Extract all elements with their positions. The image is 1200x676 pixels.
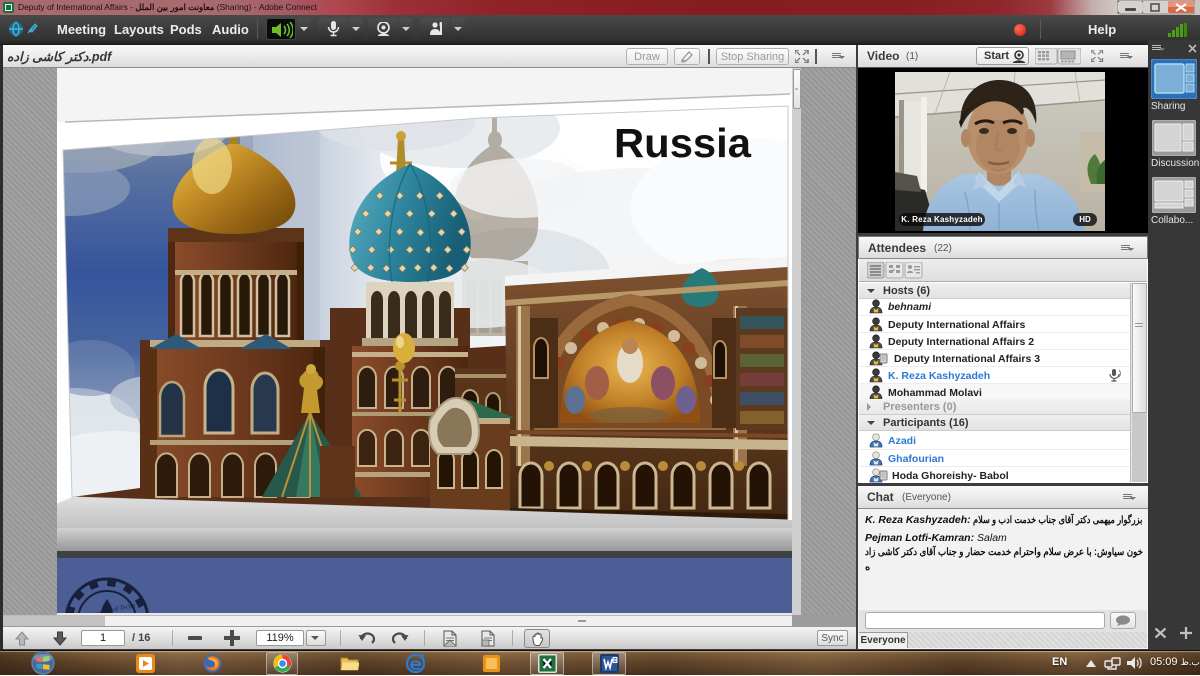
svg-text:Russia: Russia (614, 120, 752, 166)
